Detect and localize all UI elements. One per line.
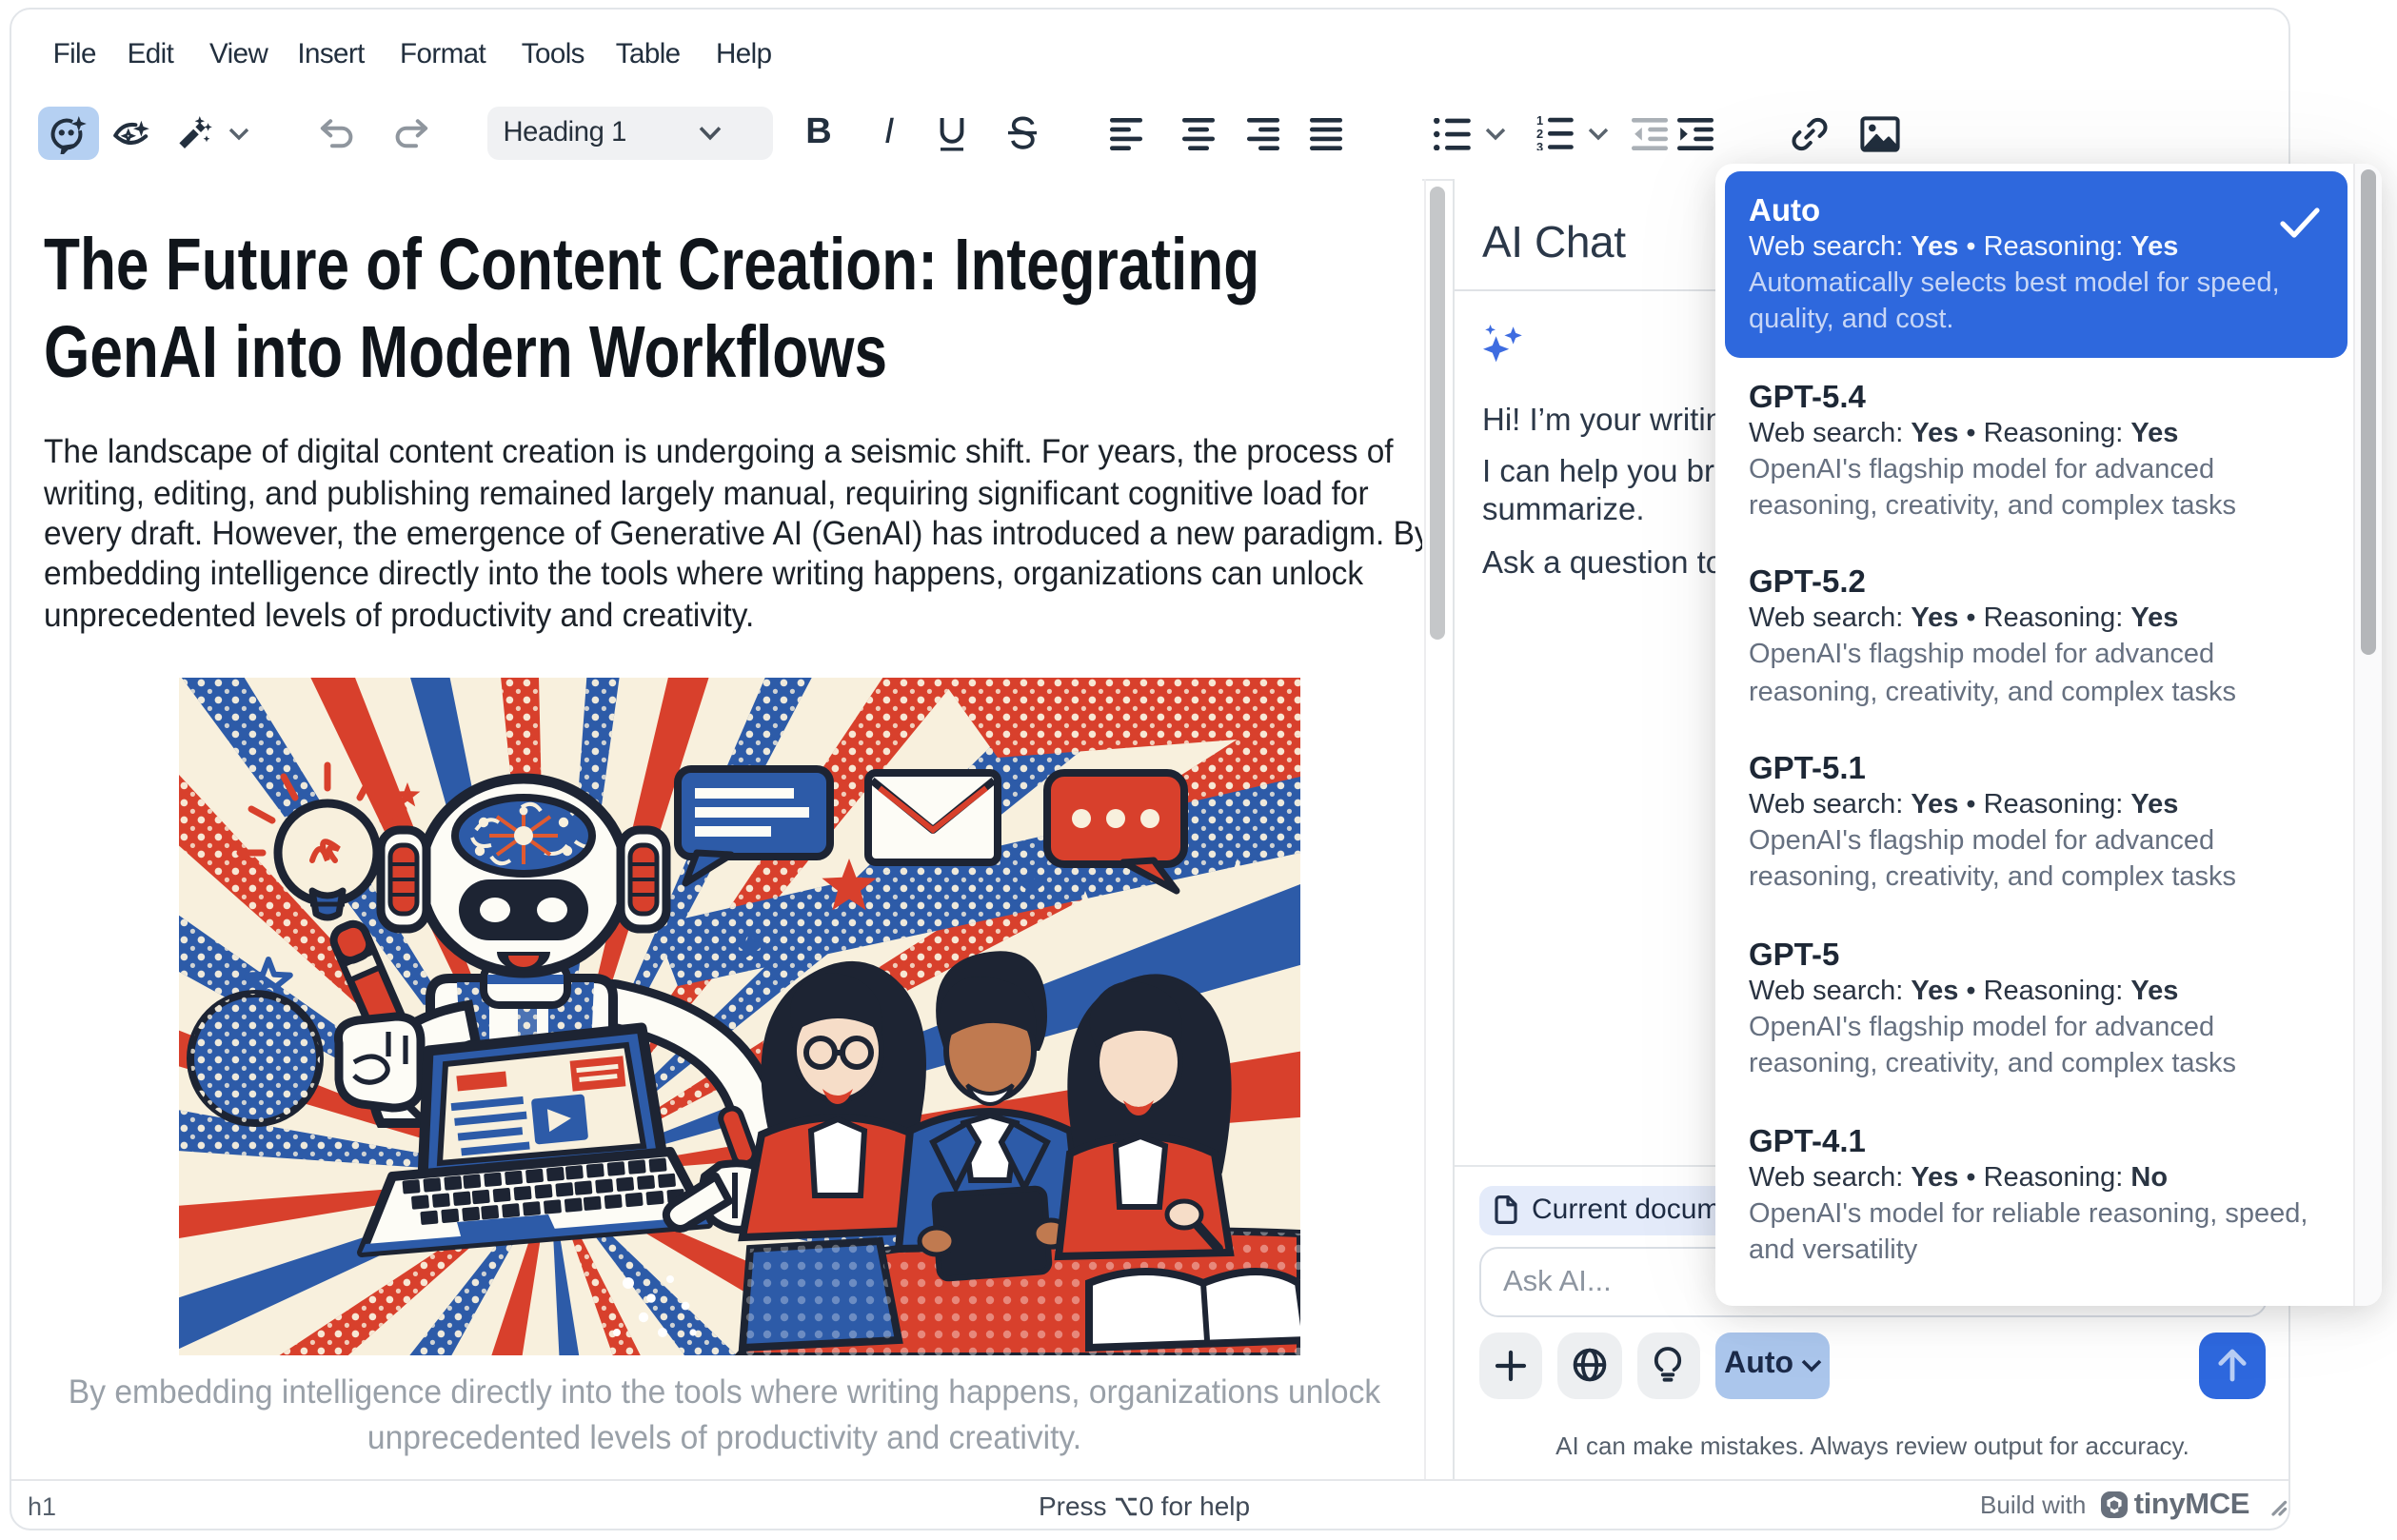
svg-text:3: 3: [1535, 140, 1542, 150]
svg-text:2: 2: [1535, 127, 1542, 141]
